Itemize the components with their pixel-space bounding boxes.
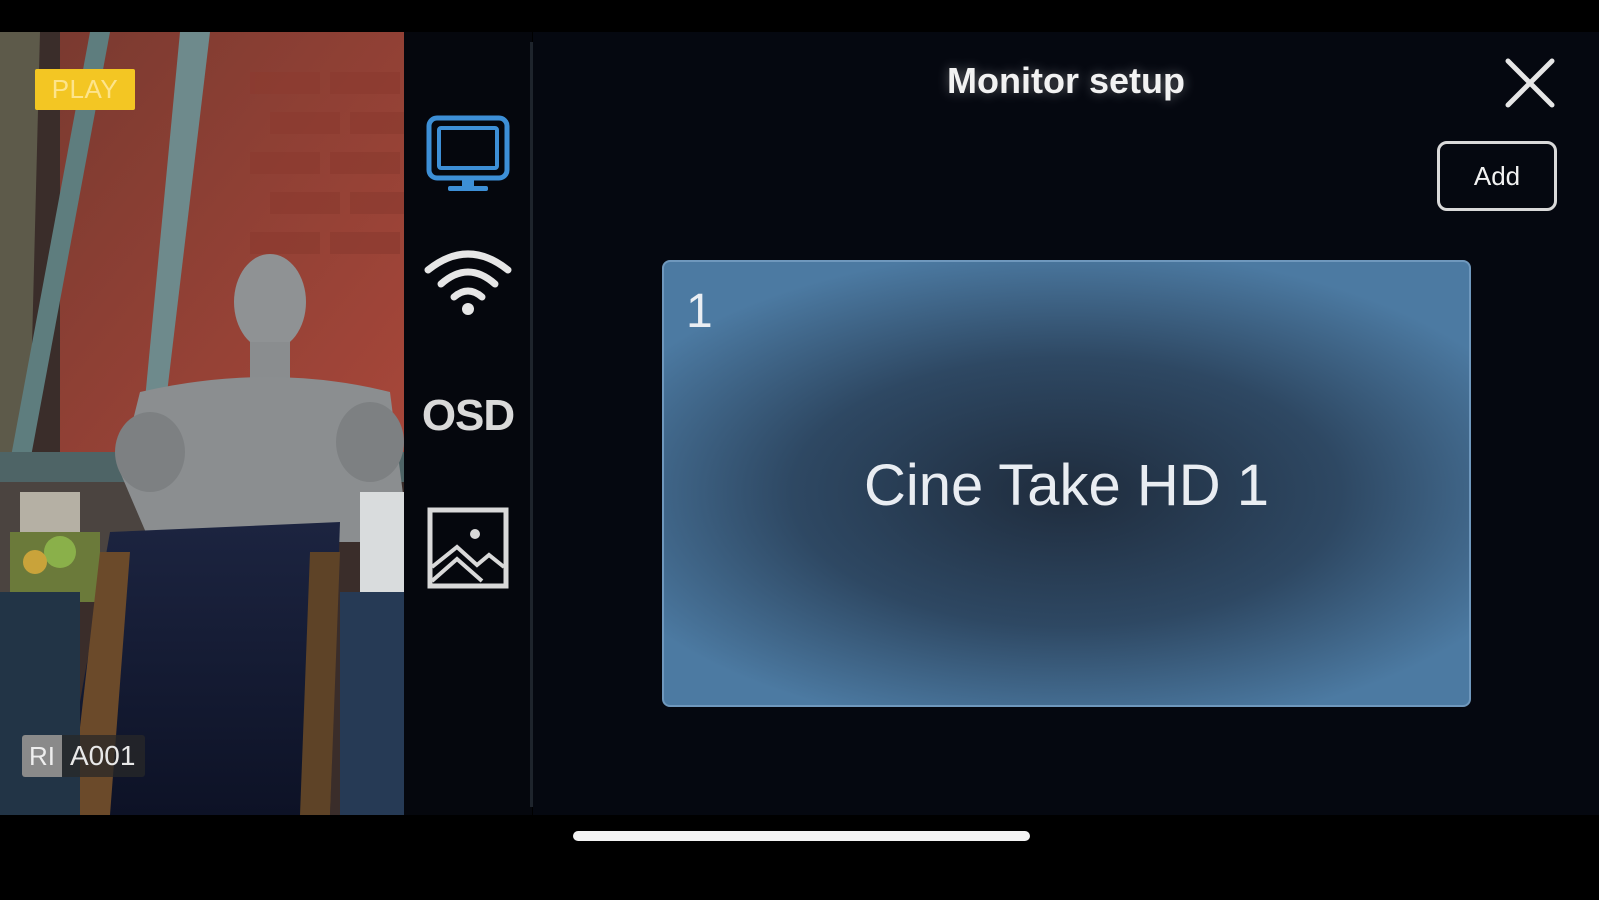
add-monitor-button[interactable]: Add [1437, 141, 1557, 211]
close-button[interactable] [1502, 55, 1558, 111]
clip-prefix-badge: RI [22, 735, 62, 777]
playback-status-badge: PLAY [35, 69, 135, 110]
sidebar-item-image[interactable] [424, 505, 512, 591]
wifi-icon [424, 250, 512, 315]
preview-image [0, 32, 404, 815]
osd-icon: OSD [421, 391, 515, 440]
camera-preview[interactable]: PLAY RI A001 [0, 32, 404, 815]
monitor-card[interactable]: 1 Cine Take HD 1 [662, 260, 1471, 707]
clip-id: A001 [70, 740, 136, 771]
image-icon [427, 507, 509, 589]
sidebar-item-wifi[interactable] [424, 238, 512, 324]
status-bar [0, 0, 1599, 32]
sidebar-item-osd[interactable]: OSD [421, 373, 515, 459]
clip-tag: RI A001 [22, 735, 146, 777]
page-title: Monitor setup [947, 60, 1185, 101]
monitor-name: Cine Take HD 1 [863, 453, 1270, 518]
bottom-bar [0, 815, 1599, 900]
monitor-icon [426, 115, 510, 191]
home-indicator[interactable] [573, 831, 1030, 841]
sidebar-item-monitor[interactable] [424, 112, 512, 198]
close-icon [1505, 58, 1555, 108]
monitor-index: 1 [686, 285, 713, 338]
